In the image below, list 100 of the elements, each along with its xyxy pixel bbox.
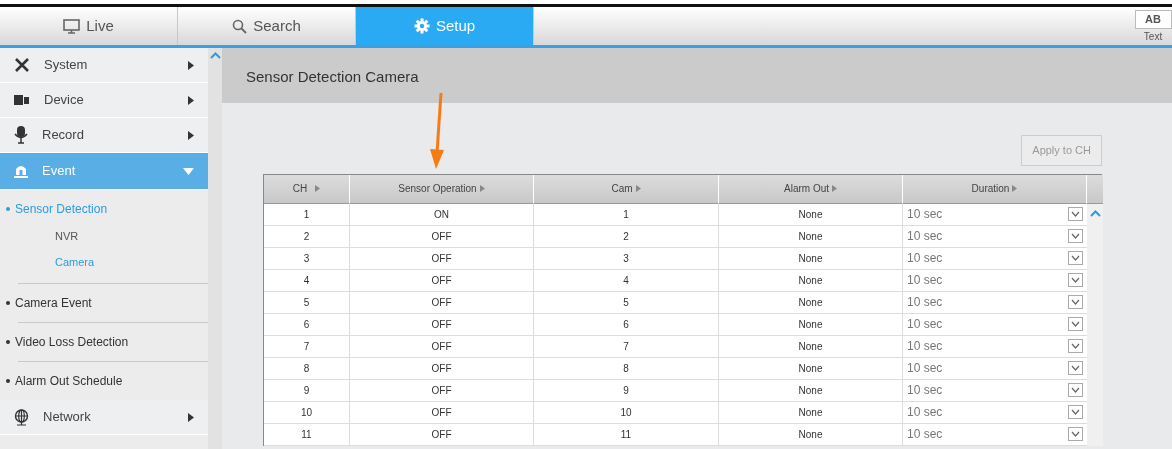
microphone-icon — [14, 126, 28, 144]
scroll-up-icon[interactable] — [1089, 209, 1101, 217]
table-cell: 11 — [264, 423, 350, 446]
table-cell: None — [719, 203, 903, 226]
table-cell: None — [719, 225, 903, 248]
duration-dropdown[interactable]: 10 sec — [903, 203, 1087, 226]
table-cell: OFF — [350, 313, 534, 336]
text-toggle-button[interactable]: AB — [1134, 10, 1172, 29]
header-corner — [1087, 174, 1103, 204]
chevron-down-icon[interactable] — [1068, 361, 1083, 375]
chevron-down-icon[interactable] — [1068, 207, 1083, 221]
table-cell: 4 — [264, 269, 350, 292]
table-cell: None — [719, 379, 903, 402]
tab[interactable]: Live — [0, 7, 178, 45]
duration-dropdown[interactable]: 10 sec — [903, 313, 1087, 336]
sort-icon — [832, 185, 837, 192]
caret-icon — [188, 95, 194, 105]
table-cell: 2 — [264, 225, 350, 248]
table-cell: OFF — [350, 423, 534, 446]
chevron-down-icon[interactable] — [1068, 383, 1083, 397]
table-cell: 5 — [534, 291, 719, 314]
table-cell: 10 — [534, 401, 719, 424]
column-header[interactable]: Duration — [903, 174, 1087, 204]
submenu-item[interactable]: Alarm Out Schedule — [6, 372, 208, 390]
page-title: Sensor Detection Camera — [222, 48, 1172, 103]
table-cell: OFF — [350, 269, 534, 292]
duration-dropdown[interactable]: 10 sec — [903, 269, 1087, 292]
table-cell: 6 — [534, 313, 719, 336]
chevron-down-icon[interactable] — [1068, 339, 1083, 353]
menu-item[interactable]: Network — [0, 400, 208, 435]
table-cell: 8 — [534, 357, 719, 380]
table-cell: 7 — [534, 335, 719, 358]
table-cell: 1 — [534, 203, 719, 226]
monitor-icon — [63, 18, 81, 34]
duration-dropdown[interactable]: 10 sec — [903, 401, 1087, 424]
table-cell: 11 — [534, 423, 719, 446]
chevron-down-icon[interactable] — [1068, 273, 1083, 287]
duration-dropdown[interactable]: 10 sec — [903, 335, 1087, 358]
chevron-down-icon[interactable] — [1068, 229, 1083, 243]
table-cell: None — [719, 313, 903, 336]
table-cell: 5 — [264, 291, 350, 314]
duration-dropdown[interactable]: 10 sec — [903, 291, 1087, 314]
table-cell: None — [719, 247, 903, 270]
menu-item[interactable]: Record — [0, 118, 208, 153]
menu-item[interactable]: System — [0, 48, 208, 83]
table-cell: 7 — [264, 335, 350, 358]
sort-icon — [315, 185, 321, 192]
search-icon — [232, 18, 248, 34]
duration-dropdown[interactable]: 10 sec — [903, 225, 1087, 248]
table-cell: 3 — [534, 247, 719, 270]
settings-icon — [413, 18, 430, 34]
sort-icon — [1012, 185, 1018, 192]
duration-dropdown[interactable]: 10 sec — [903, 357, 1087, 380]
chevron-down-icon[interactable] — [1068, 317, 1083, 331]
caret-icon — [188, 130, 194, 140]
menu-item[interactable]: Device — [0, 83, 208, 118]
table-cell: None — [719, 269, 903, 292]
table-cell: 10 — [264, 401, 350, 424]
submenu-item[interactable]: Video Loss Detection — [6, 333, 208, 351]
column-header[interactable]: Sensor Operation — [350, 174, 534, 204]
toggle-caption: Text — [1143, 30, 1163, 44]
table-cell: 9 — [264, 379, 350, 402]
table-cell: None — [719, 335, 903, 358]
chevron-down-icon[interactable] — [1068, 251, 1083, 265]
caret-icon — [183, 167, 194, 175]
caret-icon — [188, 412, 194, 422]
table-cell: OFF — [350, 379, 534, 402]
column-header[interactable]: CH — [264, 174, 350, 204]
duration-dropdown[interactable]: 10 sec — [903, 247, 1087, 270]
table-cell: OFF — [350, 247, 534, 270]
table-cell: OFF — [350, 335, 534, 358]
column-header[interactable]: Cam — [534, 174, 719, 204]
table-cell: OFF — [350, 291, 534, 314]
submenu-item[interactable]: NVR — [55, 228, 208, 245]
table-cell: ON — [350, 203, 534, 226]
table-cell: 9 — [534, 379, 719, 402]
submenu-item[interactable]: Camera Event — [6, 294, 208, 312]
table-cell: 3 — [264, 247, 350, 270]
table-cell: None — [719, 423, 903, 446]
table-cell: OFF — [350, 225, 534, 248]
table-cell: 2 — [534, 225, 719, 248]
chevron-down-icon[interactable] — [1068, 427, 1083, 441]
table-cell: None — [719, 291, 903, 314]
duration-dropdown[interactable]: 10 sec — [903, 379, 1087, 402]
table-cell: None — [719, 357, 903, 380]
table-cell: OFF — [350, 357, 534, 380]
column-header[interactable]: Alarm Out — [719, 174, 903, 204]
sort-icon — [479, 185, 485, 192]
table-cell: 6 — [264, 313, 350, 336]
sort-icon — [635, 185, 641, 192]
alarm-icon — [14, 164, 28, 178]
duration-dropdown[interactable]: 10 sec — [903, 423, 1087, 446]
table-cell: 1 — [264, 203, 350, 226]
table-cell: 4 — [534, 269, 719, 292]
table-cell: 8 — [264, 357, 350, 380]
chevron-down-icon[interactable] — [1068, 405, 1083, 419]
caret-icon — [188, 60, 194, 70]
chevron-down-icon[interactable] — [1068, 295, 1083, 309]
device-icon — [14, 94, 30, 106]
globe-icon — [14, 408, 29, 426]
